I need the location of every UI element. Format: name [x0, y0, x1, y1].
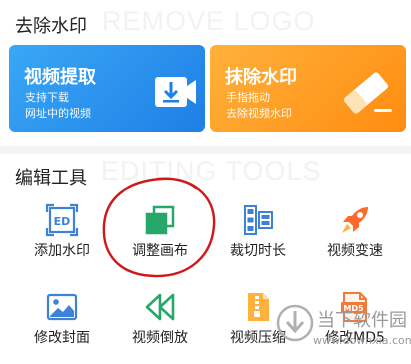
tool-label: 视频变速 — [327, 243, 383, 259]
compress-icon — [248, 293, 269, 321]
erase-watermark-card[interactable]: 抹除水印 手指拖动 去除视频水印 — [210, 45, 406, 132]
site-logo-icon — [276, 304, 314, 342]
image-icon — [46, 293, 78, 321]
film-cut-icon — [244, 205, 273, 235]
tool-label: 视频倒放 — [132, 330, 188, 346]
erase-watermark-line-1: 手指拖动 — [226, 91, 270, 104]
remove-logo-watermark-text: REMOVE LOGO — [102, 6, 316, 36]
rewind-icon — [145, 293, 175, 321]
rocket-icon — [342, 207, 368, 233]
video-extract-line-2: 网址中的视频 — [25, 107, 91, 120]
tool-label: 修改封面 — [34, 330, 90, 346]
video-extract-card[interactable]: 视频提取 支持下载 网址中的视频 — [9, 45, 205, 132]
tool-label: 添加水印 — [34, 243, 90, 259]
site-watermark: 当下软件园 www.downxia.com — [273, 300, 411, 364]
site-watermark-url: www.downxia.com — [313, 334, 411, 347]
svg-text:ED: ED — [54, 215, 71, 228]
editing-tools-section-title: 编辑工具 — [15, 168, 87, 189]
erase-watermark-title: 抹除水印 — [225, 67, 297, 88]
eraser-icon — [343, 72, 392, 114]
watermark-icon: ED — [45, 203, 79, 237]
download-video-icon — [155, 77, 196, 107]
site-watermark-name: 当下软件园 — [317, 310, 407, 331]
annotation-circle — [102, 177, 216, 278]
video-extract-line-1: 支持下载 — [25, 91, 69, 104]
section-divider — [0, 146, 411, 154]
remove-watermark-section-title: 去除水印 — [15, 16, 87, 37]
erase-watermark-line-2: 去除视频水印 — [226, 107, 292, 120]
tool-label: 裁切时长 — [230, 243, 286, 259]
video-extract-title: 视频提取 — [24, 67, 96, 88]
